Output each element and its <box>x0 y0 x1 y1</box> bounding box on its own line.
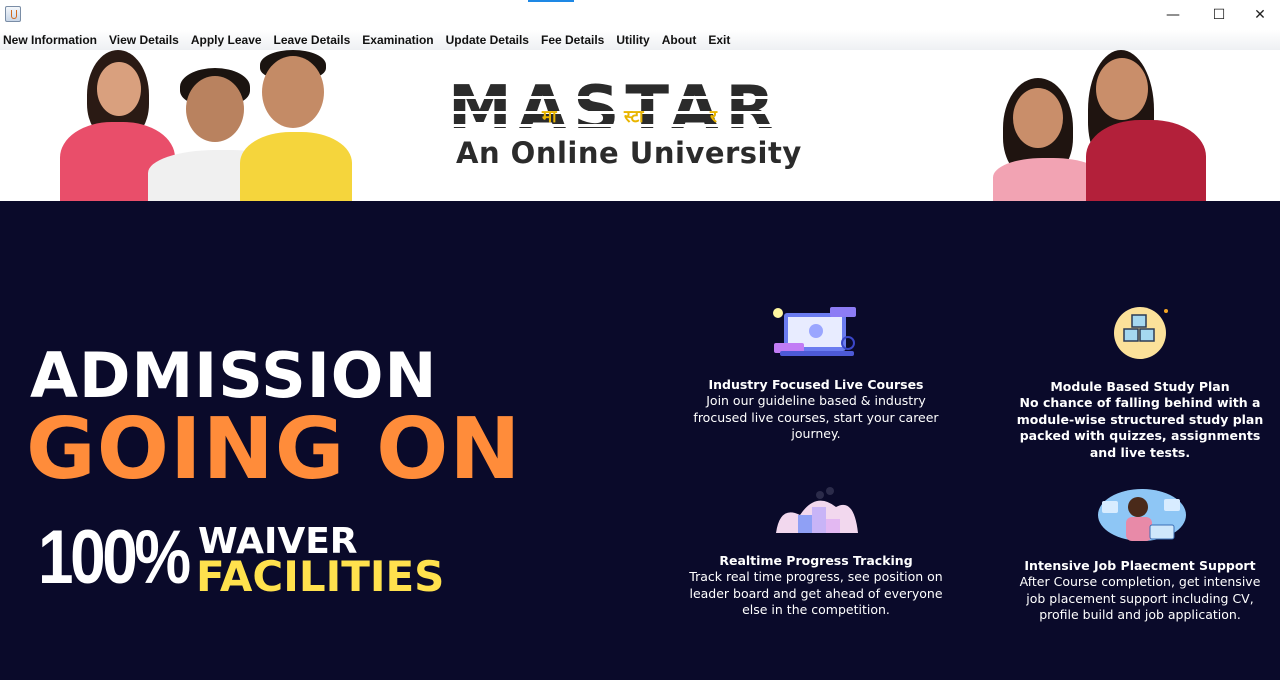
menu-leave-details[interactable]: Leave Details <box>271 33 357 47</box>
feature-study-plan-title: Module Based Study Plan <box>1050 379 1230 394</box>
close-button[interactable]: ✕ <box>1240 0 1280 30</box>
logo-wordmark: MASTAR <box>448 73 781 147</box>
logo-syllable-3: र <box>710 107 717 127</box>
feature-job-support-desc: After Course completion, get intensive j… <box>1019 574 1261 622</box>
menu-apply-leave[interactable]: Apply Leave <box>188 33 268 47</box>
progress-podium-icon <box>770 485 862 540</box>
window-title-bar: — ☐ ✕ <box>0 0 1280 30</box>
close-icon: ✕ <box>1254 7 1266 23</box>
feature-study-plan-desc: No chance of falling behind with a modul… <box>1016 395 1264 460</box>
menu-bar: New Information View Details Apply Leave… <box>0 30 1280 50</box>
feature-study-plan: Module Based Study Plan No chance of fal… <box>1010 379 1270 461</box>
title-accent-line <box>528 0 574 2</box>
feature-progress-tracking-desc: Track real time progress, see position o… <box>689 569 943 617</box>
feature-job-support-title: Intensive Job Plaecment Support <box>1024 558 1256 573</box>
headline-going-on: GOING ON <box>26 400 522 499</box>
maximize-button[interactable]: ☐ <box>1196 0 1242 30</box>
java-app-icon <box>5 6 21 22</box>
menu-fee-details[interactable]: Fee Details <box>538 33 610 47</box>
logo-syllable-1: मा <box>542 107 557 127</box>
menu-view-details[interactable]: View Details <box>106 33 185 47</box>
logo-syllable-2: स्टा <box>624 107 644 127</box>
maximize-icon: ☐ <box>1212 7 1226 23</box>
feature-progress-tracking: Realtime Progress Tracking Track real ti… <box>686 553 946 619</box>
feature-progress-tracking-title: Realtime Progress Tracking <box>719 553 913 568</box>
job-support-icon <box>1094 485 1188 552</box>
menu-exit[interactable]: Exit <box>705 33 736 47</box>
menu-examination[interactable]: Examination <box>359 33 439 47</box>
headline-percent: 100% <box>38 515 191 600</box>
feature-live-courses-title: Industry Focused Live Courses <box>708 377 924 392</box>
logo-tagline: An Online University <box>456 136 802 170</box>
feature-live-courses-desc: Join our guideline based & industry froc… <box>693 393 939 441</box>
menu-update-details[interactable]: Update Details <box>443 33 535 47</box>
feature-job-support: Intensive Job Plaecment Support After Co… <box>1010 558 1270 624</box>
laptop-course-icon <box>770 305 862 366</box>
minimize-icon: — <box>1166 7 1180 23</box>
headline-facilities: FACILITIES <box>196 552 445 601</box>
header-banner: MASTAR मा स्टा र An Online University <box>0 50 1280 201</box>
admission-promo-panel: ADMISSION GOING ON 100% WAIVER FACILITIE… <box>0 201 1280 680</box>
modules-cubes-icon <box>1108 305 1172 366</box>
menu-about[interactable]: About <box>659 33 703 47</box>
student-photo-girl-right-2 <box>1080 50 1230 201</box>
feature-live-courses: Industry Focused Live Courses Join our g… <box>686 377 946 443</box>
student-photo-boy-right <box>232 50 352 201</box>
minimize-button[interactable]: — <box>1150 0 1196 30</box>
menu-new-information[interactable]: New Information <box>0 33 103 47</box>
menu-utility[interactable]: Utility <box>613 33 655 47</box>
